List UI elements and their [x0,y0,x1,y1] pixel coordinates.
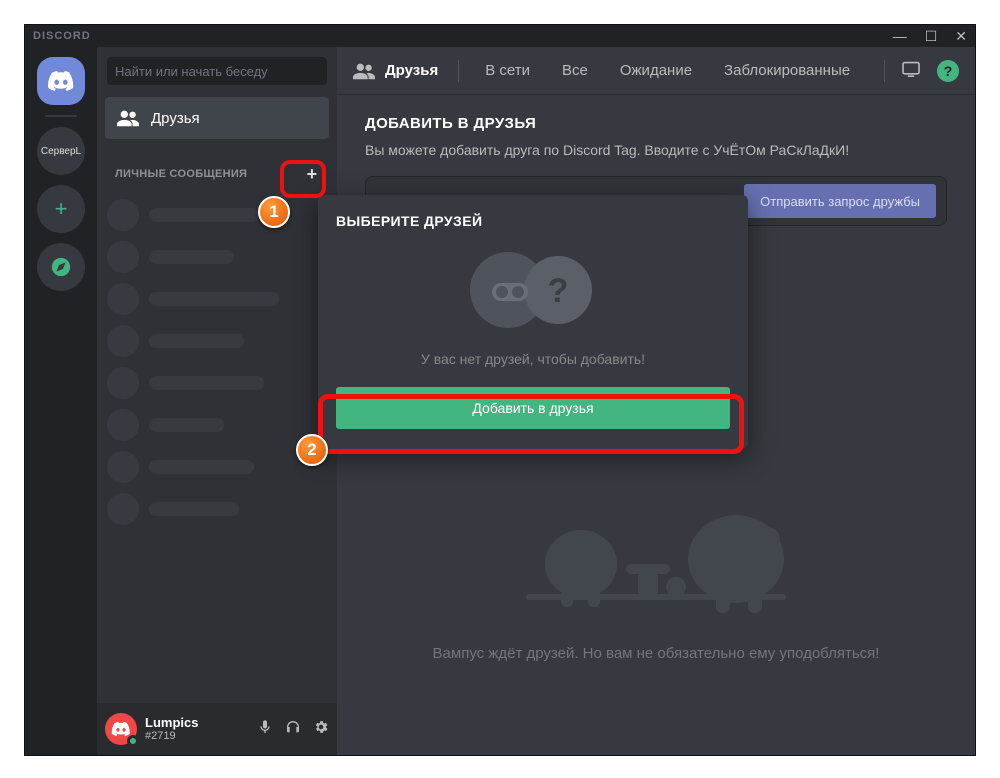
dm-skeleton [107,367,327,399]
dm-skeleton [107,493,327,525]
empty-state-text: Вампус ждёт друзей. Но вам не обязательн… [433,645,880,662]
friends-icon [117,109,139,127]
user-avatar[interactable] [105,713,137,745]
tab-online[interactable]: В сети [479,60,536,81]
svg-text:?: ? [548,272,569,310]
headphones-icon [285,719,301,735]
explore-button[interactable] [37,243,85,291]
dm-search[interactable]: Найти или начать беседу [107,57,327,85]
popover-title: ВЫБЕРИТЕ ДРУЗЕЙ [336,213,730,229]
server-rail: СерверL + [25,47,97,755]
popover-illustration: ? [336,247,730,333]
nav-friends-label: Друзья [385,62,438,79]
discord-logo-icon [47,67,75,95]
gear-icon [313,719,329,735]
friends-icon [353,62,375,80]
top-nav: Друзья В сети Все Ожидание Заблокированн… [337,47,975,95]
add-server-button[interactable]: + [37,185,85,233]
friends-nav-item[interactable]: Друзья [105,97,329,139]
deafen-button[interactable] [285,719,301,740]
new-group-dm-button[interactable] [901,61,921,81]
dm-skeleton [107,241,327,273]
dm-skeleton [107,199,327,231]
settings-button[interactable] [313,719,329,740]
nav-separator [884,60,885,82]
create-dm-button[interactable]: + [301,163,323,185]
dm-skeleton [107,409,327,441]
help-button[interactable]: ? [937,60,959,82]
compass-icon [50,256,72,278]
user-tag: #2719 [145,730,249,742]
nav-separator [458,60,459,82]
window-controls: — ☐ ✕ [893,28,967,45]
titlebar: DISCORD — ☐ ✕ [25,25,975,47]
rail-separator [45,115,77,117]
channel-column: Найти или начать беседу Друзья ЛИЧНЫЕ СО… [97,47,337,755]
send-friend-request-button[interactable]: Отправить запрос дружбы [744,184,936,218]
tab-all[interactable]: Все [556,60,594,81]
microphone-icon [257,719,273,735]
mute-button[interactable] [257,719,273,740]
tab-pending[interactable]: Ожидание [614,60,698,81]
maximize-button[interactable]: ☐ [925,28,938,45]
dm-skeleton [107,451,327,483]
popover-message: У вас нет друзей, чтобы добавить! [336,351,730,367]
dm-header-label: ЛИЧНЫЕ СООБЩЕНИЯ [115,168,247,180]
close-button[interactable]: ✕ [955,28,967,45]
add-friend-subtitle: Вы можете добавить друга по Discord Tag.… [365,142,947,158]
dm-skeleton [107,325,327,357]
nav-right: ? [884,60,959,82]
user-panel: Lumpics #2719 [97,703,337,755]
dm-skeleton [107,283,327,315]
titlebar-app-name: DISCORD [33,30,91,42]
status-indicator [127,735,139,747]
dm-list [97,191,337,703]
select-friends-popover: ВЫБЕРИТЕ ДРУЗЕЙ ? У вас нет друзей, чтоб… [318,195,748,449]
user-info: Lumpics #2719 [145,716,249,742]
add-friend-title: ДОБАВИТЬ В ДРУЗЬЯ [365,115,947,132]
popover-add-friends-button[interactable]: Добавить в друзья [336,387,730,429]
username: Lumpics [145,716,249,730]
server-item[interactable]: СерверL [37,127,85,175]
nav-friends-heading: Друзья [353,62,438,80]
tab-blocked[interactable]: Заблокированные [718,60,856,81]
dm-header: ЛИЧНЫЕ СООБЩЕНИЯ + [97,149,337,191]
friends-nav-label: Друзья [151,110,200,127]
monitor-icon [901,61,921,77]
home-button[interactable] [37,57,85,105]
user-controls [257,719,329,740]
minimize-button[interactable]: — [893,28,907,45]
